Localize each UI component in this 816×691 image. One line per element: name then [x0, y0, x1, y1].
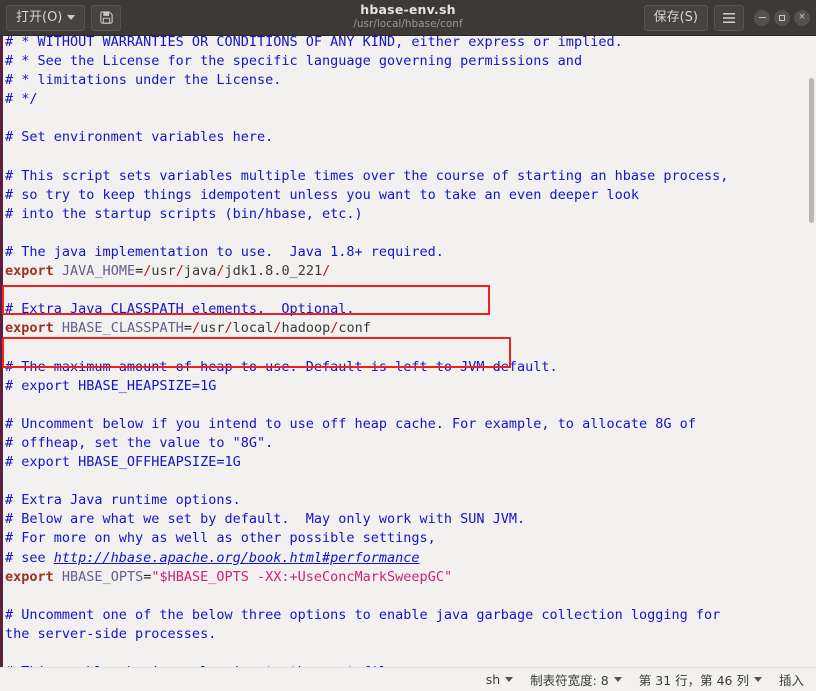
- code-line: # This script sets variables multiple ti…: [5, 167, 729, 184]
- code-line: export HBASE_OPTS="$HBASE_OPTS -XX:+UseC…: [5, 568, 453, 585]
- code-line: # Extra Java CLASSPATH elements. Optiona…: [5, 301, 355, 318]
- window-controls: ×: [750, 9, 810, 26]
- code-line: # into the startup scripts (bin/hbase, e…: [5, 205, 363, 222]
- insert-mode-label: 插入: [778, 673, 804, 688]
- editor-left-margin-strip: [0, 36, 3, 667]
- hamburger-menu-icon: [723, 12, 735, 23]
- code-line: # The java implementation to use. Java 1…: [5, 244, 444, 261]
- cursor-position-label: 第 31 行，第 46 列: [638, 673, 749, 688]
- close-button[interactable]: ×: [794, 9, 810, 26]
- code-line: # * WITHOUT WARRANTIES OR CONDITIONS OF …: [5, 36, 623, 50]
- save-disk-button[interactable]: [91, 4, 122, 31]
- code-content[interactable]: # * WITHOUT WARRANTIES OR CONDITIONS OF …: [5, 36, 805, 667]
- chevron-down-icon: [67, 15, 76, 20]
- save-button[interactable]: 保存(S): [643, 4, 708, 31]
- code-line: # Below are what we set by default. May …: [5, 511, 526, 528]
- cursor-position-selector[interactable]: 第 31 行，第 46 列: [639, 670, 762, 689]
- open-file-button[interactable]: 打开(O): [6, 4, 86, 31]
- code-line: # * limitations under the License.: [5, 72, 282, 89]
- code-line: export HBASE_CLASSPATH=/usr/local/hadoop…: [5, 320, 371, 337]
- code-line: # so try to keep things idempotent unles…: [5, 186, 639, 203]
- code-line: the server-side processes.: [5, 625, 217, 642]
- code-line: # Uncomment one of the below three optio…: [5, 606, 721, 623]
- close-icon: ×: [798, 12, 806, 22]
- tab-width-label: 制表符宽度: 8: [530, 673, 609, 688]
- open-button-label: 打开(O): [16, 10, 63, 25]
- text-editor-area[interactable]: # * WITHOUT WARRANTIES OR CONDITIONS OF …: [0, 36, 816, 667]
- title-bar: 打开(O) hbase-env.sh /usr/local/hbase/conf…: [0, 0, 816, 36]
- tab-width-selector[interactable]: 制表符宽度: 8: [530, 670, 622, 689]
- code-line: # Set environment variables here.: [5, 129, 274, 146]
- titlebar-left-group: 打开(O): [6, 4, 122, 31]
- code-line: # The maximum amount of heap to use. Def…: [5, 358, 558, 375]
- chevron-down-icon: [613, 677, 622, 682]
- chevron-down-icon: [505, 677, 514, 682]
- save-button-label: 保存(S): [653, 10, 698, 25]
- code-line: # export HBASE_OFFHEAPSIZE=1G: [5, 454, 241, 471]
- minimize-button[interactable]: [754, 9, 770, 26]
- code-line: export JAVA_HOME=/usr/java/jdk1.8.0_221/: [5, 263, 331, 280]
- code-line: # This enables basic gc logging to the .…: [5, 663, 805, 667]
- code-line: # Uncomment below if you intend to use o…: [5, 415, 696, 432]
- code-line: # offheap, set the value to "8G".: [5, 434, 274, 451]
- code-line: # export HBASE_HEAPSIZE=1G: [5, 377, 217, 394]
- language-mode-label: sh: [485, 672, 501, 687]
- code-line: # * See the License for the specific lan…: [5, 53, 583, 70]
- chevron-down-icon: [753, 677, 762, 682]
- maximize-icon: [779, 14, 785, 21]
- status-bar: sh 制表符宽度: 8 第 31 行，第 46 列 插入: [0, 667, 816, 691]
- code-line: # For more on why as well as other possi…: [5, 530, 436, 547]
- maximize-button[interactable]: [774, 9, 790, 26]
- code-line: # Extra Java runtime options.: [5, 492, 241, 509]
- minimize-icon: [758, 16, 766, 19]
- code-line: # see http://hbase.apache.org/book.html#…: [5, 549, 420, 566]
- code-line: # */: [5, 91, 38, 108]
- vertical-scrollbar[interactable]: [809, 78, 814, 223]
- language-mode-selector[interactable]: sh: [485, 672, 514, 687]
- hamburger-menu-button[interactable]: [714, 4, 744, 31]
- titlebar-right-group: 保存(S) ×: [643, 4, 810, 31]
- save-disk-icon: [100, 11, 113, 24]
